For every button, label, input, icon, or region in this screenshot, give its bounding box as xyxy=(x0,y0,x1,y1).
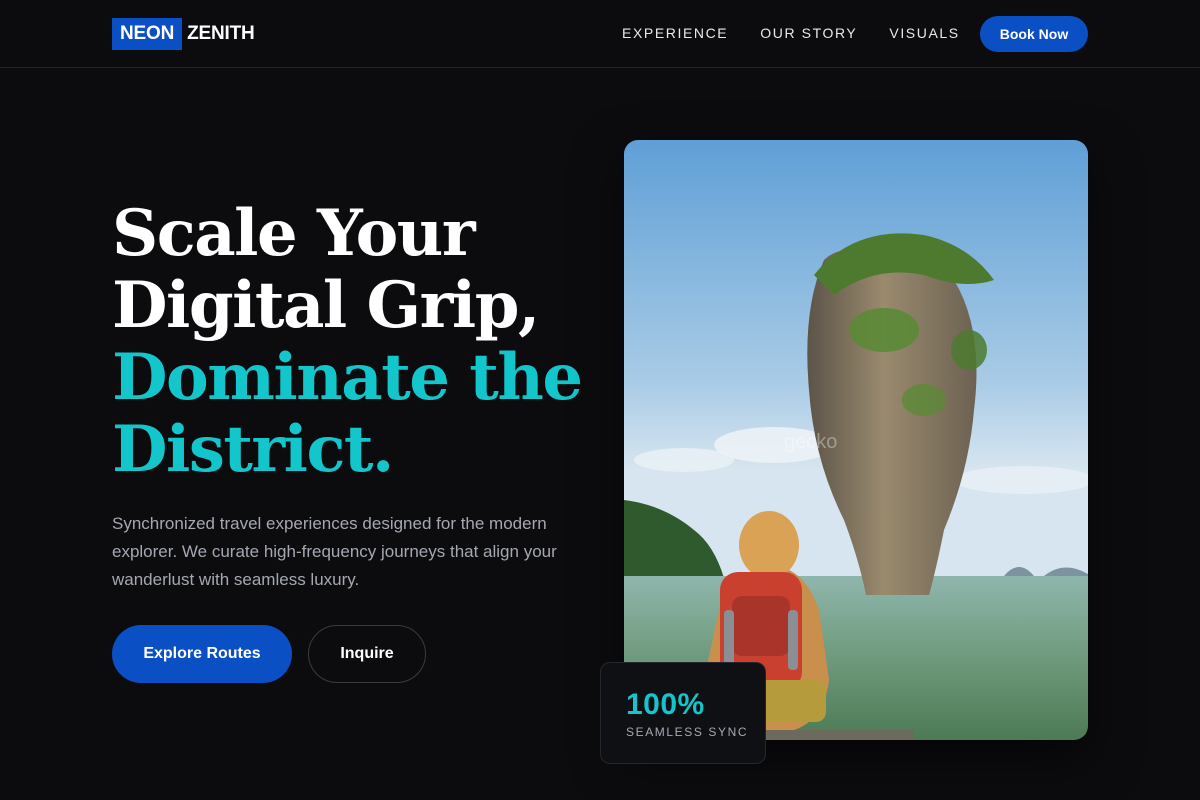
watermark-art: gecko xyxy=(784,431,837,453)
headline-accent-line-1: Dominate the xyxy=(112,340,583,415)
logo-neon-text: NEON xyxy=(112,18,183,50)
hero-subtext: Synchronized travel experiences designed… xyxy=(112,514,557,589)
nav-link-our-story[interactable]: OUR STORY xyxy=(760,24,857,42)
nav-link-visuals[interactable]: VISUALS xyxy=(889,24,959,42)
nav-link-experience[interactable]: EXPERIENCE xyxy=(622,24,728,42)
headline-line-2: Digital Grip, xyxy=(112,268,540,343)
hero-photo: gecko xyxy=(624,140,1088,740)
hero-photo-illustration: gecko xyxy=(624,140,1088,740)
explore-routes-button[interactable]: Explore Routes xyxy=(112,625,292,683)
brand-logo[interactable]: NEON ZENITH xyxy=(112,18,255,50)
nav-links: EXPERIENCE OUR STORY VISUALS xyxy=(622,24,992,42)
logo-zenith-text: ZENITH xyxy=(187,23,255,44)
headline-accent-line-2: District. xyxy=(112,412,394,487)
stat-label: SEAMLESS SYNC xyxy=(626,725,749,739)
hero-headline: Scale Your Digital Grip, Dominate the Di… xyxy=(112,198,592,486)
hero-cta-row: Explore Routes Inquire xyxy=(112,625,426,683)
stat-value: 100% xyxy=(626,688,705,721)
headline-line-1: Scale Your xyxy=(112,196,476,271)
book-now-button[interactable]: Book Now xyxy=(980,16,1088,52)
stat-card: 100% SEAMLESS SYNC xyxy=(600,662,766,764)
top-nav: NEON ZENITH EXPERIENCE OUR STORY VISUALS… xyxy=(0,0,1200,68)
inquire-button[interactable]: Inquire xyxy=(308,625,426,683)
